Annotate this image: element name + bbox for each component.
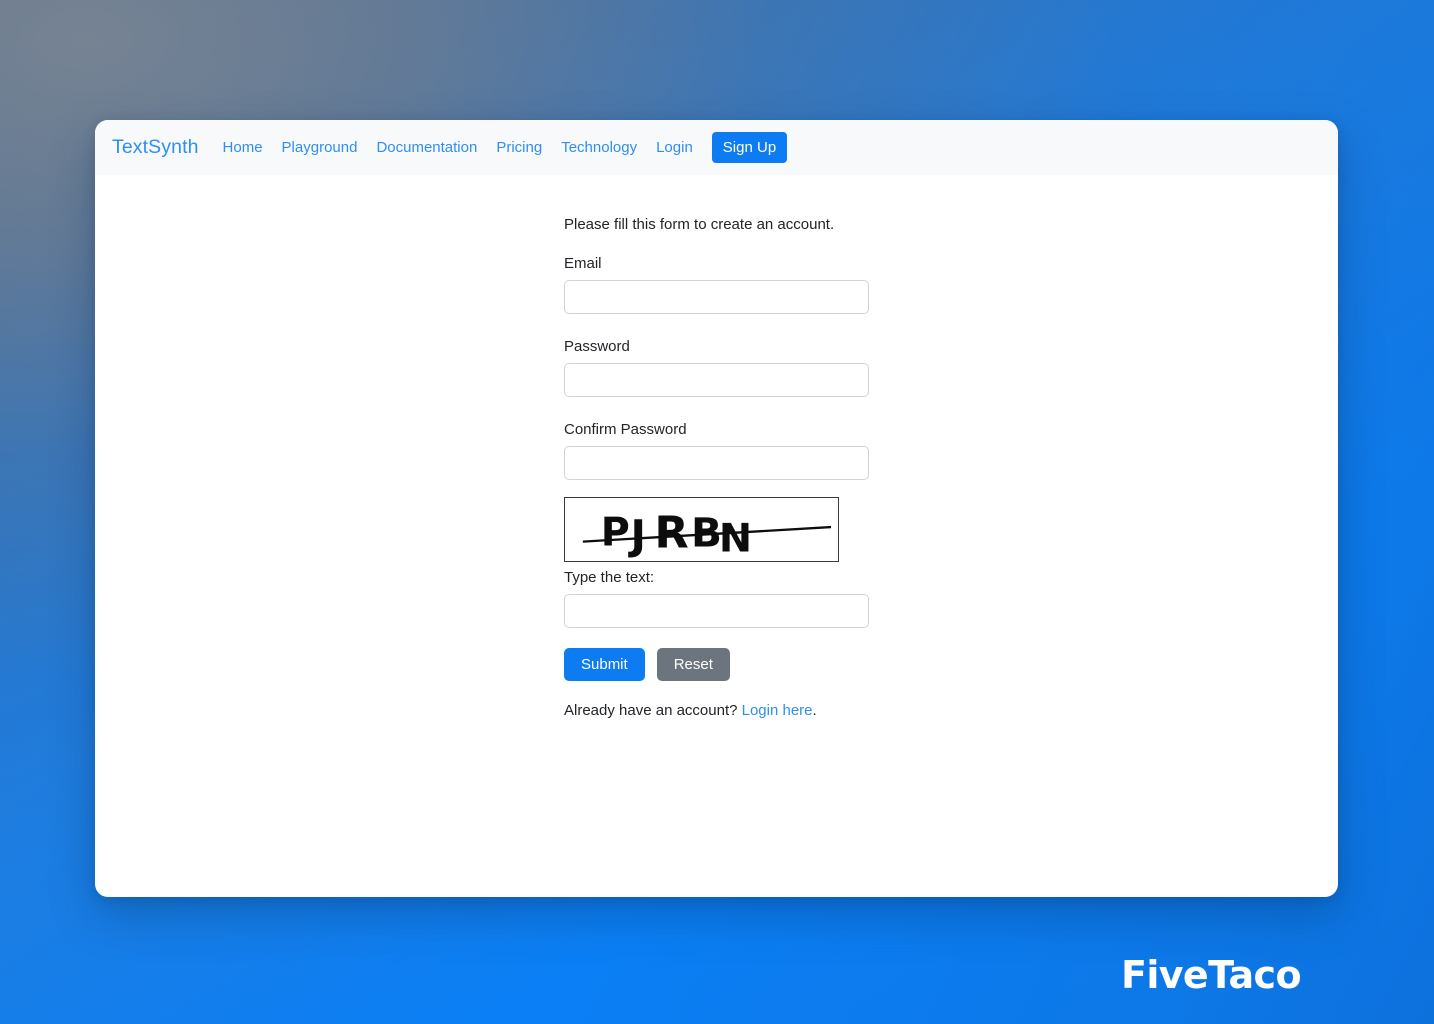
nav-link-documentation[interactable]: Documentation	[376, 139, 477, 156]
confirm-password-input[interactable]	[564, 446, 869, 480]
login-prompt: Already have an account? Login here.	[564, 702, 869, 719]
password-label: Password	[564, 338, 630, 355]
captcha-svg: P J R B N	[582, 508, 832, 561]
captcha-input[interactable]	[564, 594, 869, 628]
nav-link-pricing[interactable]: Pricing	[496, 139, 542, 156]
captcha-char-2: R	[654, 508, 688, 558]
nav-link-home[interactable]: Home	[223, 139, 263, 156]
signup-form-area: Please fill this form to create an accou…	[95, 175, 1338, 719]
captcha-char-0: P	[601, 511, 630, 555]
login-prompt-suffix: .	[812, 702, 817, 719]
nav-link-technology[interactable]: Technology	[561, 139, 637, 156]
signup-button[interactable]: Sign Up	[711, 132, 788, 163]
submit-button[interactable]: Submit	[564, 648, 645, 681]
captcha-image: P J R B N	[564, 497, 839, 562]
nav-link-playground[interactable]: Playground	[282, 139, 358, 156]
captcha-label: Type the text:	[564, 569, 655, 586]
captcha-char-4: N	[719, 517, 752, 561]
email-label: Email	[564, 255, 602, 272]
fivetaco-watermark: FiveTaco	[1120, 953, 1302, 997]
email-input[interactable]	[564, 280, 869, 314]
confirm-password-label: Confirm Password	[564, 421, 687, 438]
brand-logo[interactable]: TextSynth	[112, 136, 199, 159]
captcha-char-1: J	[627, 512, 646, 559]
form-button-row: Submit Reset	[564, 648, 869, 681]
app-card: TextSynth Home Playground Documentation …	[95, 120, 1338, 897]
form-intro-text: Please fill this form to create an accou…	[564, 216, 835, 233]
nav-link-login[interactable]: Login	[656, 139, 693, 156]
password-input[interactable]	[564, 363, 869, 397]
login-prompt-prefix: Already have an account?	[564, 702, 742, 719]
navbar: TextSynth Home Playground Documentation …	[95, 120, 1338, 175]
reset-button[interactable]: Reset	[656, 648, 730, 681]
login-here-link[interactable]: Login here	[742, 702, 813, 719]
signup-form: Please fill this form to create an accou…	[564, 216, 869, 719]
